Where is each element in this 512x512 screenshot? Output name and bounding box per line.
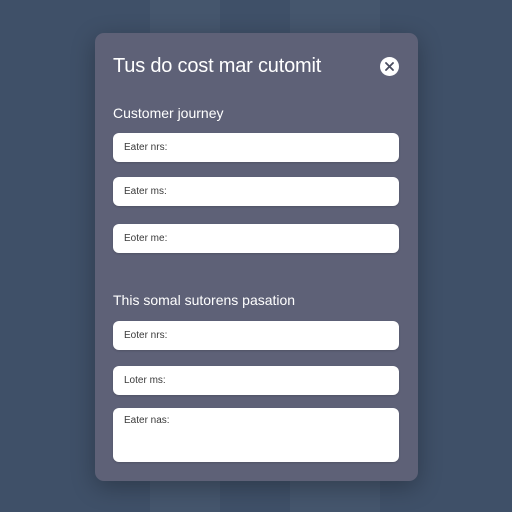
text-area[interactable]: Eater nas: [113, 408, 399, 462]
field-placeholder: Eoter me: [124, 233, 168, 244]
close-icon [385, 62, 394, 71]
field-placeholder: Eater ms: [124, 186, 167, 197]
field-placeholder: Eater nrs: [124, 142, 168, 153]
section-label-pasation: This somal sutorens pasation [113, 292, 296, 308]
field-placeholder: Eater nas: [124, 415, 170, 426]
close-button[interactable] [380, 57, 399, 76]
field-placeholder: Eoter nrs: [124, 330, 168, 341]
text-field[interactable]: Eater nrs: [113, 133, 399, 162]
text-field[interactable]: Eoter me: [113, 224, 399, 253]
text-field[interactable]: Loter ms: [113, 366, 399, 395]
modal-dialog: Tus do cost mar cutomit Customer journey… [95, 33, 418, 481]
text-field[interactable]: Eoter nrs: [113, 321, 399, 350]
section-label-customer-journey: Customer journey [113, 105, 224, 121]
field-placeholder: Loter ms: [124, 375, 166, 386]
text-field[interactable]: Eater ms: [113, 177, 399, 206]
dialog-title: Tus do cost mar cutomit [113, 55, 322, 77]
